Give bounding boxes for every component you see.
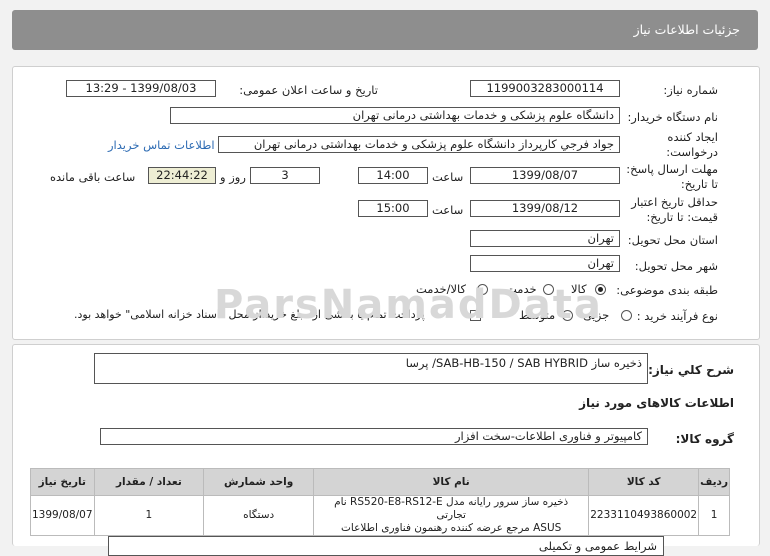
- category-goods-label: کالا: [571, 282, 587, 296]
- category-label: طبقه بندی موضوعی:: [616, 283, 718, 297]
- treasury-payment-checkbox[interactable]: [470, 310, 481, 321]
- goods-section-title: اطلاعات کالاهای مورد نیاز: [579, 396, 734, 410]
- general-conditions-label: شرایط عمومی و تکمیلی: [538, 539, 657, 553]
- category-goods-service-label: کالا/خدمت: [416, 282, 467, 296]
- col-unit: واحد شمارش: [203, 468, 315, 496]
- creator-field: جواد فرجي کارپرداز دانشگاه علوم پزشکی و …: [218, 136, 620, 153]
- process-minor-label: جزیی: [583, 308, 610, 322]
- remaining-time-label: ساعت باقی مانده: [50, 170, 136, 184]
- remaining-time-field: 22:44:22: [148, 167, 216, 184]
- table-row: 1 2233110493860002 ذخیره ساز سرور رایانه…: [30, 495, 730, 536]
- col-date: تاریخ نیاز: [30, 468, 95, 496]
- announce-date-label: تاریخ و ساعت اعلان عمومی:: [239, 83, 378, 97]
- category-goods-service-radio[interactable]: [477, 284, 488, 295]
- col-qty: تعداد / مقدار: [93, 468, 205, 496]
- buyer-org-field: دانشگاه علوم پزشکی و خدمات بهداشتی درمان…: [170, 107, 620, 124]
- goods-table: ردیف کد کالا نام کالا واحد شمارش تعداد /…: [30, 468, 730, 536]
- reply-time-label: ساعت: [432, 170, 464, 184]
- cell-qty: 1: [93, 495, 205, 536]
- col-code: کد کالا: [588, 468, 700, 496]
- days-remaining-field: 3: [250, 167, 320, 184]
- col-name: نام کالا: [313, 468, 590, 496]
- city-label: شهر محل تحویل:: [634, 259, 718, 273]
- process-medium-label: متوسط: [519, 308, 556, 322]
- announce-date-field: 1399/08/03 - 13:29: [66, 80, 216, 97]
- reply-date-field: 1399/08/07: [470, 167, 620, 184]
- province-field: تهران: [470, 230, 620, 247]
- need-number-field: 1199003283000114: [470, 80, 620, 97]
- col-row: ردیف: [698, 468, 730, 496]
- treasury-payment-note: پرداخت تمام یا بخشی از مبلغ خرید،از محل …: [74, 308, 425, 321]
- page-title: جزئیات اطلاعات نیاز: [633, 22, 740, 37]
- category-service-label: خدمت: [506, 282, 537, 296]
- goods-group-label: گروه کالا:: [675, 432, 734, 446]
- cell-name-line-2: ASUS مرجع عرضه کننده رهنمون فناوری اطلاع…: [341, 522, 562, 534]
- buyer-org-label: نام دستگاه خریدار:: [627, 110, 718, 124]
- page-header: جزئیات اطلاعات نیاز: [12, 10, 758, 50]
- cell-name: ذخیره ساز سرور رایانه مدل RS520-E8-RS12-…: [313, 495, 590, 536]
- cell-unit: دستگاه: [203, 495, 315, 536]
- city-field: تهران: [470, 255, 620, 272]
- process-type-label: نوع فرآیند خرید :: [636, 309, 718, 323]
- table-header-row: ردیف کد کالا نام کالا واحد شمارش تعداد /…: [30, 468, 730, 496]
- process-minor-radio[interactable]: [621, 310, 632, 321]
- category-service-radio[interactable]: [543, 284, 554, 295]
- cell-date: 1399/08/07: [30, 495, 95, 536]
- validity-label-2: قیمت: تا تاریخ:: [646, 210, 718, 224]
- general-description-label: شرح کلي نياز:: [648, 363, 734, 377]
- days-label: روز و: [220, 170, 246, 184]
- goods-group-field: کامپیوتر و فناوری اطلاعات-سخت افزار: [100, 428, 648, 445]
- general-conditions-box: شرایط عمومی و تکمیلی: [108, 536, 664, 556]
- reply-deadline-label-1: مهلت ارسال پاسخ:: [626, 162, 718, 176]
- general-description-field: ذخیره ساز SAB-HB-150 / SAB HYBRID/ پرسا: [94, 353, 648, 384]
- buyer-contact-link[interactable]: اطلاعات تماس خریدار: [108, 138, 215, 152]
- category-goods-radio[interactable]: [595, 284, 606, 295]
- validity-label-1: حداقل تاریخ اعتبار: [631, 195, 718, 209]
- reply-deadline-label-2: تا تاریخ:: [680, 177, 718, 191]
- cell-name-line-1: ذخیره ساز سرور رایانه مدل RS520-E8-RS12-…: [334, 496, 569, 521]
- creator-label-2: درخواست:: [666, 145, 718, 159]
- creator-label-1: ایجاد کننده: [667, 130, 718, 144]
- validity-time-field: 15:00: [358, 200, 428, 217]
- cell-code: 2233110493860002: [588, 495, 700, 536]
- province-label: استان محل تحویل:: [627, 233, 718, 247]
- process-medium-radio[interactable]: [562, 310, 573, 321]
- validity-time-label: ساعت: [432, 203, 464, 217]
- reply-time-field: 14:00: [358, 167, 428, 184]
- need-number-label: شماره نیاز:: [663, 83, 718, 97]
- cell-row: 1: [698, 495, 730, 536]
- validity-date-field: 1399/08/12: [470, 200, 620, 217]
